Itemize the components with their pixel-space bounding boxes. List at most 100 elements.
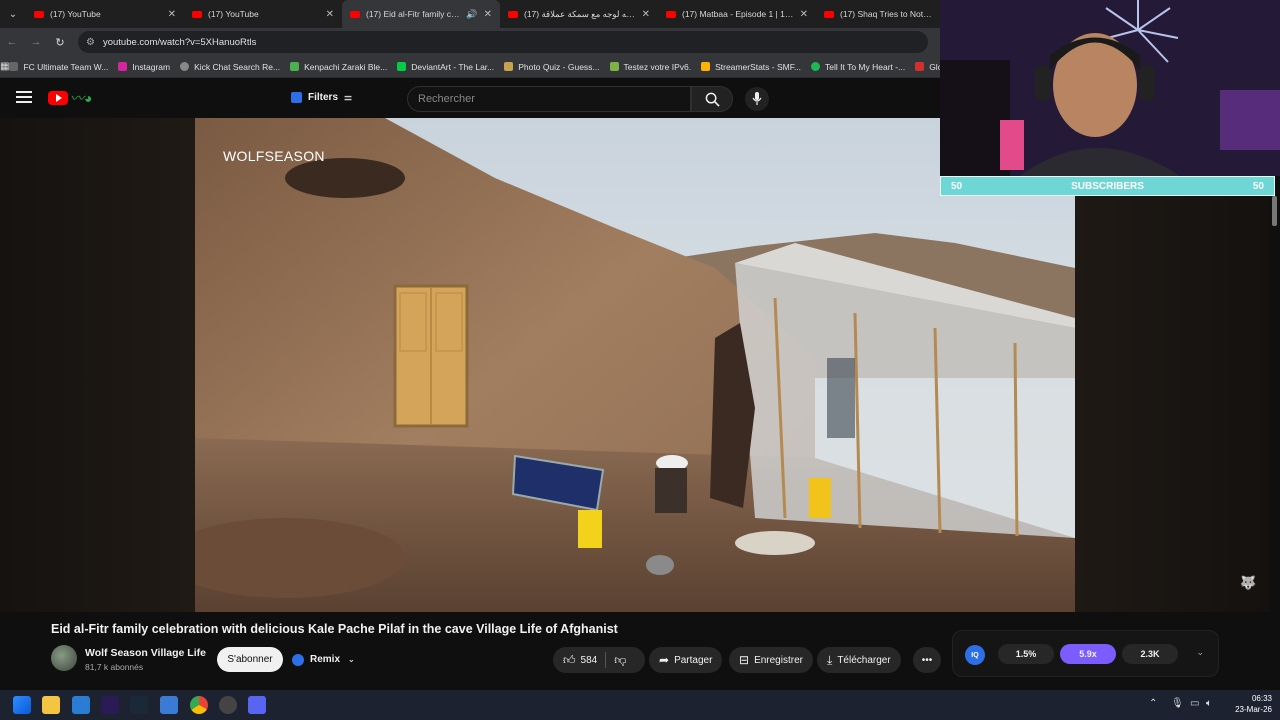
bookmark-favicon-icon: [915, 62, 925, 71]
windows-start-icon[interactable]: [13, 696, 31, 714]
webcam-feed: [940, 0, 1280, 176]
bookmark-icon: ⊟: [739, 653, 750, 667]
discord-icon[interactable]: [248, 696, 266, 714]
bookmark[interactable]: Tell It To My Heart -...: [811, 62, 905, 72]
bookmark-favicon-icon: [609, 62, 619, 71]
bookmark[interactable]: DeviantArt - The Lar...: [397, 62, 494, 72]
bookmark[interactable]: FC Ultimate Team W...: [9, 62, 108, 72]
filters-button[interactable]: Filters ⚌: [291, 92, 352, 103]
subscribe-button[interactable]: S'abonner: [217, 647, 283, 672]
stat-views-per-hour[interactable]: 2.3K: [1122, 644, 1178, 664]
close-tab-icon[interactable]: ✕: [484, 9, 492, 20]
tray-chevron-icon[interactable]: ⌃: [1149, 698, 1157, 709]
youtube-favicon-icon: [508, 10, 518, 18]
obs-icon[interactable]: [219, 696, 237, 714]
volume-icon[interactable]: 🔈︎: [1206, 698, 1212, 709]
system-clock[interactable]: 06:33 23-Mar-26: [1222, 693, 1272, 715]
share-button[interactable]: ➦ Partager: [649, 647, 723, 673]
remix-button[interactable]: Remix ⌄: [292, 647, 355, 672]
search-input[interactable]: Rechercher: [407, 86, 691, 112]
video-watermark: WOLFSEASON: [223, 148, 325, 164]
chrome-icon[interactable]: [190, 696, 208, 714]
download-button[interactable]: ⤓ Télécharger: [817, 647, 901, 673]
tab-strip: ⌄ (17) YouTube ✕ (17) YouTube ✕ (17) Eid a…: [0, 0, 940, 28]
bookmark-favicon-icon: [290, 62, 300, 71]
dislike-icon[interactable]: 👎︎: [614, 653, 626, 668]
site-info-icon[interactable]: ⚙: [86, 37, 95, 48]
back-icon[interactable]: ←: [0, 36, 24, 48]
microphone-tray-icon[interactable]: 🎙︎: [1171, 698, 1184, 709]
bookmark[interactable]: Instagram: [118, 62, 170, 72]
youtube-logo-icon[interactable]: [48, 91, 68, 105]
browser-tab[interactable]: (17) Matbaa - Episode 1 | 1 الحلقة✕: [658, 0, 816, 28]
tab-search-chevron-icon[interactable]: ⌄: [0, 0, 26, 28]
bookmark[interactable]: Testez votre IPv6.: [609, 62, 691, 72]
youtube-favicon-icon: [824, 10, 834, 18]
stat-engagement[interactable]: 1.5%: [998, 644, 1054, 664]
microphone-icon: [752, 92, 762, 105]
channel-name[interactable]: Wolf Season Village Life: [85, 647, 206, 659]
like-count[interactable]: 584: [581, 655, 598, 666]
outlook-icon[interactable]: [72, 696, 90, 714]
close-tab-icon[interactable]: ✕: [168, 9, 176, 20]
browser-tab[interactable]: (17) كنت وجه لوجه مع سمكة عملاقة✕: [500, 0, 658, 28]
network-icon[interactable]: ▭: [1190, 698, 1199, 709]
webcam-overlay: [940, 0, 1280, 176]
page-scrollbar[interactable]: [1272, 196, 1277, 226]
share-icon: ➦: [659, 653, 670, 667]
bookmarks-bar: ▦ FC Ultimate Team W... Instagram Kick C…: [0, 56, 952, 78]
browser-tab-active[interactable]: (17) Eid al-Fitr family celebr 🔊 ✕: [342, 0, 500, 28]
iq-extension-icon: [292, 653, 304, 666]
search-button[interactable]: [691, 86, 733, 112]
video-title: Eid al-Fitr family celebration with deli…: [51, 622, 618, 636]
reload-icon[interactable]: ↻: [48, 36, 72, 49]
iq-extension-icon: IQ: [965, 645, 985, 665]
bookmark[interactable]: Kick Chat Search Re...: [180, 62, 280, 72]
instagram-icon: [118, 62, 128, 71]
subscriber-count-right: 50: [1252, 180, 1264, 192]
save-button[interactable]: ⊟ Enregistrer: [729, 647, 813, 673]
subscriber-goal-label: SUBSCRIBERS: [1071, 180, 1144, 192]
close-tab-icon[interactable]: ✕: [800, 9, 808, 20]
close-tab-icon[interactable]: ✕: [326, 9, 334, 20]
youtube-favicon-icon: [34, 10, 44, 18]
browser-tab[interactable]: (17) YouTube ✕: [184, 0, 342, 28]
bookmark-favicon-icon: [701, 62, 711, 71]
like-icon[interactable]: 👍︎: [563, 653, 576, 668]
bookmark[interactable]: Photo Quiz - Guess...: [504, 62, 600, 72]
url-field[interactable]: ⚙ youtube.com/watch?v=5XHanuoRtls: [78, 31, 928, 53]
youtube-header: 〰◕ Filters ⚌ Rechercher: [0, 79, 940, 119]
ambient-backdrop-right: [1075, 196, 1270, 612]
file-explorer-icon[interactable]: [42, 696, 60, 714]
forward-icon[interactable]: →: [24, 36, 48, 48]
download-icon: ⤓: [827, 652, 833, 667]
app-icon[interactable]: [160, 696, 178, 714]
close-tab-icon[interactable]: ✕: [642, 9, 650, 20]
menu-icon[interactable]: [16, 91, 32, 103]
more-actions-button[interactable]: •••: [913, 647, 941, 673]
browser-tab[interactable]: (17) Shaq Tries to Not Make: [816, 0, 940, 28]
bookmark[interactable]: StreamerStats - SMF...: [701, 62, 801, 72]
like-dislike-group: 👍︎ 584 👎︎: [553, 647, 645, 673]
voice-search-button[interactable]: [745, 87, 769, 111]
channel-watermark-icon: 🐺: [1240, 575, 1257, 590]
apps-grid-icon[interactable]: ▦: [0, 61, 9, 72]
premiere-icon[interactable]: [101, 696, 119, 714]
youtube-favicon-icon: [192, 10, 202, 18]
browser-tab[interactable]: (17) YouTube ✕: [26, 0, 184, 28]
channel-avatar[interactable]: [51, 645, 77, 671]
stat-outlier-score[interactable]: 5.9x: [1060, 644, 1116, 664]
subscriber-goal-bar: 50 SUBSCRIBERS 50: [940, 176, 1275, 196]
video-stats-widget: IQ 1.5% 5.9x 2.3K ⌄: [952, 630, 1219, 677]
youtube-doodle-icon[interactable]: 〰◕: [70, 88, 92, 108]
bookmark-favicon-icon: [9, 62, 19, 71]
youtube-favicon-icon: [350, 10, 360, 18]
divider: [605, 652, 607, 668]
bookmark-favicon-icon: [180, 62, 190, 71]
steam-icon[interactable]: [130, 696, 148, 714]
chevron-down-icon[interactable]: ⌄: [1196, 647, 1204, 658]
bookmark[interactable]: Kenpachi Zaraki Ble...: [290, 62, 387, 72]
more-icon: •••: [921, 654, 933, 666]
windows-taskbar: [0, 690, 1280, 720]
speaker-icon[interactable]: 🔊: [466, 9, 477, 20]
